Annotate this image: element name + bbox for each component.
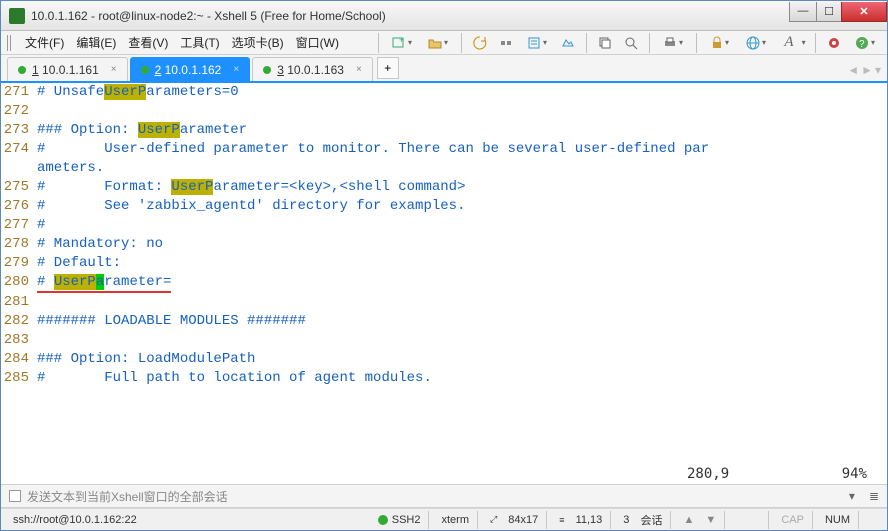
terminal-editor[interactable]: 271# UnsafeUserParameters=0 272 273### O… bbox=[1, 83, 887, 484]
help-icon[interactable]: ? bbox=[849, 32, 881, 54]
menu-tab[interactable]: 选项卡(B) bbox=[226, 32, 290, 53]
tab-prev-icon: ◄ bbox=[847, 63, 859, 77]
scroll-arrows[interactable]: ▲ ▼ bbox=[675, 511, 725, 529]
tab-bar: 1 10.0.1.161 × 2 10.0.1.162 × 3 10.0.1.1… bbox=[1, 55, 887, 83]
tab-close-icon[interactable]: × bbox=[356, 64, 362, 75]
menu-tools[interactable]: 工具(T) bbox=[174, 32, 225, 53]
term-type: xterm bbox=[433, 511, 478, 529]
status-dot-icon bbox=[18, 66, 26, 74]
session-tab-3[interactable]: 3 10.0.1.163 × bbox=[252, 57, 373, 81]
properties-icon[interactable] bbox=[521, 32, 553, 54]
tab-next-icon: ► bbox=[861, 63, 873, 77]
menu-bar: 文件(F) 编辑(E) 查看(V) 工具(T) 选项卡(B) 窗口(W) bbox=[19, 32, 345, 53]
session-tab-1[interactable]: 1 10.0.1.161 × bbox=[7, 57, 128, 81]
app-window: 10.0.1.162 - root@linux-node2:~ - Xshell… bbox=[0, 0, 888, 531]
maximize-button[interactable]: ☐ bbox=[816, 2, 842, 22]
theme-icon[interactable] bbox=[823, 32, 845, 54]
new-tab-icon[interactable]: + bbox=[386, 32, 418, 54]
search-icon[interactable] bbox=[620, 32, 642, 54]
scroll-percent: 94% bbox=[807, 466, 867, 482]
menu-bar-row: 文件(F) 编辑(E) 查看(V) 工具(T) 选项卡(B) 窗口(W) + A… bbox=[1, 31, 887, 55]
menu-view[interactable]: 查看(V) bbox=[122, 32, 174, 53]
down-icon: ▼ bbox=[705, 514, 716, 526]
copy-icon[interactable] bbox=[594, 32, 616, 54]
print-icon[interactable] bbox=[657, 32, 689, 54]
add-tab-button[interactable]: + bbox=[377, 57, 399, 79]
tab-nav[interactable]: ◄►▾ bbox=[847, 63, 887, 81]
minimize-button[interactable]: — bbox=[789, 2, 817, 22]
broadcast-list-icon[interactable]: ≣ bbox=[869, 489, 879, 503]
app-icon bbox=[9, 8, 25, 24]
window-title: 10.0.1.162 - root@linux-node2:~ - Xshell… bbox=[31, 9, 790, 23]
cursor-rc: ≡ 11,13 bbox=[551, 511, 611, 529]
cursor-position: 280,9 bbox=[687, 466, 807, 482]
broadcast-checkbox[interactable] bbox=[9, 490, 21, 502]
broadcast-bar: 发送文本到当前Xshell窗口的全部会话 ▾ ≣ bbox=[1, 484, 887, 508]
up-icon: ▲ bbox=[683, 514, 694, 526]
menu-file[interactable]: 文件(F) bbox=[19, 32, 70, 53]
status-dot-icon bbox=[263, 66, 271, 74]
reconnect-icon[interactable] bbox=[469, 32, 491, 54]
cursor: a bbox=[96, 274, 104, 290]
status-bar: ssh://root@10.0.1.162:22 SSH2 xterm ⤢ 84… bbox=[1, 508, 887, 530]
svg-text:?: ? bbox=[859, 39, 865, 50]
menu-edit[interactable]: 编辑(E) bbox=[70, 32, 122, 53]
protocol-cell: SSH2 bbox=[370, 511, 430, 529]
session-count: 3 会话 bbox=[615, 511, 671, 529]
broadcast-label: 发送文本到当前Xshell窗口的全部会话 bbox=[27, 488, 228, 505]
num-indicator: NUM bbox=[817, 511, 859, 529]
svg-text:+: + bbox=[399, 36, 404, 45]
title-bar[interactable]: 10.0.1.162 - root@linux-node2:~ - Xshell… bbox=[1, 1, 887, 31]
font-icon[interactable]: A bbox=[776, 32, 808, 54]
lock-icon[interactable] bbox=[704, 32, 736, 54]
connection-string: ssh://root@10.0.1.162:22 bbox=[5, 511, 366, 529]
open-folder-icon[interactable] bbox=[422, 32, 454, 54]
session-tab-2[interactable]: 2 10.0.1.162 × bbox=[130, 57, 251, 81]
globe-icon[interactable] bbox=[740, 32, 772, 54]
transfer-icon[interactable] bbox=[557, 32, 579, 54]
broadcast-menu-icon[interactable]: ▾ bbox=[849, 489, 855, 503]
disconnect-icon[interactable] bbox=[495, 32, 517, 54]
tab-close-icon[interactable]: × bbox=[233, 64, 239, 75]
grip-icon[interactable] bbox=[7, 35, 13, 51]
close-button[interactable]: ✕ bbox=[841, 2, 887, 22]
menu-window[interactable]: 窗口(W) bbox=[290, 32, 345, 53]
term-size: ⤢ 84x17 bbox=[482, 511, 547, 529]
tab-close-icon[interactable]: × bbox=[111, 64, 117, 75]
vim-status: 280,9 94% bbox=[1, 466, 887, 484]
tab-menu-icon: ▾ bbox=[875, 63, 881, 77]
caps-indicator: CAP bbox=[773, 511, 813, 529]
status-dot-icon bbox=[141, 66, 149, 74]
status-ok-icon bbox=[378, 515, 388, 525]
